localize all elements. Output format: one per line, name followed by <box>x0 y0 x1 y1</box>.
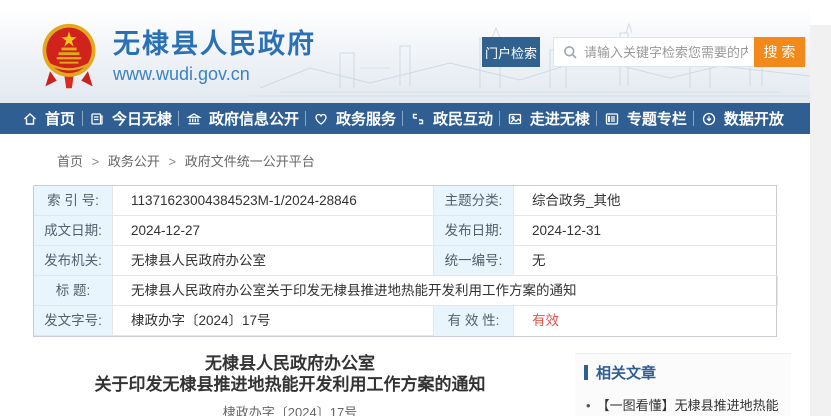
nav-item-home[interactable]: 首页 <box>22 108 75 129</box>
nav-item-about[interactable]: 走进无棣 <box>507 108 590 129</box>
brand: 无棣县人民政府 www.wudi.gov.cn <box>38 22 316 92</box>
site-title: 无棣县人民政府 <box>113 28 316 60</box>
document-title-line1: 无棣县人民政府办公室 <box>33 353 547 374</box>
meta-value-date-published: 2024-12-31 <box>514 216 778 246</box>
breadcrumb-gov-disclosure[interactable]: 政务公开 <box>108 154 160 169</box>
meta-value-validity: 有效 <box>514 306 778 336</box>
meta-label-doc-no: 发文字号: <box>34 306 113 336</box>
quotes-icon <box>410 111 426 127</box>
site-url: www.wudi.gov.cn <box>113 62 316 86</box>
national-emblem-icon <box>38 22 100 92</box>
meta-label-date-written: 成文日期: <box>34 216 113 246</box>
nav-divider <box>693 111 694 126</box>
scrollbar[interactable] <box>810 0 831 416</box>
document-meta-table: 索 引 号: 11371623004384523M-1/2024-28846 主… <box>33 185 777 337</box>
breadcrumb: 首页 > 政务公开 > 政府文件统一公开平台 <box>57 151 810 170</box>
heading-accent-bar <box>584 365 588 380</box>
nav-divider <box>305 111 306 126</box>
list-icon <box>604 111 620 127</box>
nav-item-interaction[interactable]: 政民互动 <box>410 108 493 129</box>
meta-label-title: 标 题: <box>34 276 113 306</box>
top-margin <box>0 0 810 8</box>
news-icon <box>89 111 105 127</box>
main-nav: 首页 今日无棣 政府信息公开 政务服务 政民互动 走进无棣 专题 <box>0 103 810 134</box>
portal-search-button[interactable]: 门户检索 <box>482 37 540 67</box>
search-box: 搜 索 <box>553 37 806 67</box>
breadcrumb-home[interactable]: 首页 <box>57 154 83 169</box>
page: 无棣县人民政府 www.wudi.gov.cn 门户检索 搜 索 首页 今日无棣 <box>0 0 810 416</box>
meta-label-agency: 发布机关: <box>34 246 113 276</box>
related-articles-header: 相关文章 <box>584 362 781 383</box>
main-content: 无棣县人民政府办公室 关于印发无棣县推进地热能开发利用工作方案的通知 棣政办字〔… <box>33 353 810 416</box>
meta-value-unified-no: 无 <box>514 246 778 276</box>
meta-label-index: 索 引 号: <box>34 186 113 216</box>
home-icon <box>22 111 38 127</box>
nav-divider <box>596 111 597 126</box>
nav-divider <box>178 111 179 126</box>
search-icon <box>563 45 578 60</box>
document-number: 棣政办字〔2024〕17号 <box>33 402 547 416</box>
related-article-link[interactable]: 【一图看懂】无棣县推进地热能开发利用工作方案 <box>584 396 781 416</box>
meta-value-title: 无棣县人民政府办公室关于印发无棣县推进地热能开发利用工作方案的通知 <box>113 276 778 306</box>
breadcrumb-separator: > <box>92 154 100 169</box>
cloud-download-icon <box>701 111 717 127</box>
nav-divider <box>499 111 500 126</box>
document-header: 无棣县人民政府办公室 关于印发无棣县推进地热能开发利用工作方案的通知 棣政办字〔… <box>33 353 547 416</box>
breadcrumb-separator: > <box>169 154 177 169</box>
related-articles-title: 相关文章 <box>596 362 656 383</box>
meta-value-topic: 综合政务_其他 <box>514 186 778 216</box>
nav-item-special-columns[interactable]: 专题专栏 <box>604 108 687 129</box>
meta-value-date-written: 2024-12-27 <box>113 216 434 246</box>
related-articles-panel: 相关文章 【一图看懂】无棣县推进地热能开发利用工作方案 <box>575 353 791 416</box>
nav-item-open-data[interactable]: 数据开放 <box>701 108 784 129</box>
meta-label-topic: 主题分类: <box>434 186 514 216</box>
meta-label-date-published: 发布日期: <box>434 216 514 246</box>
meta-value-doc-no: 棣政办字〔2024〕17号 <box>113 306 434 336</box>
site-header: 无棣县人民政府 www.wudi.gov.cn 门户检索 搜 索 <box>0 8 810 103</box>
nav-item-today[interactable]: 今日无棣 <box>89 108 172 129</box>
brand-text: 无棣县人民政府 www.wudi.gov.cn <box>113 28 316 86</box>
search-button[interactable]: 搜 索 <box>754 37 805 67</box>
breadcrumb-current: 政府文件统一公开平台 <box>185 154 315 169</box>
search-input[interactable] <box>578 45 754 60</box>
scrollbar-track[interactable] <box>810 25 831 416</box>
nav-item-info-disclosure[interactable]: 政府信息公开 <box>186 108 299 129</box>
heart-service-icon <box>313 111 329 127</box>
meta-value-index: 11371623004384523M-1/2024-28846 <box>113 186 434 216</box>
photo-icon <box>507 111 523 127</box>
bank-icon <box>186 111 202 127</box>
meta-label-validity: 有 效 性: <box>434 306 514 336</box>
meta-value-agency: 无棣县人民政府办公室 <box>113 246 434 276</box>
search-area: 门户检索 搜 索 <box>482 37 806 67</box>
nav-divider <box>402 111 403 126</box>
nav-item-services[interactable]: 政务服务 <box>313 108 396 129</box>
document-title-line2: 关于印发无棣县推进地热能开发利用工作方案的通知 <box>33 374 547 395</box>
nav-divider <box>82 111 83 126</box>
meta-label-unified-no: 统一编号: <box>434 246 514 276</box>
